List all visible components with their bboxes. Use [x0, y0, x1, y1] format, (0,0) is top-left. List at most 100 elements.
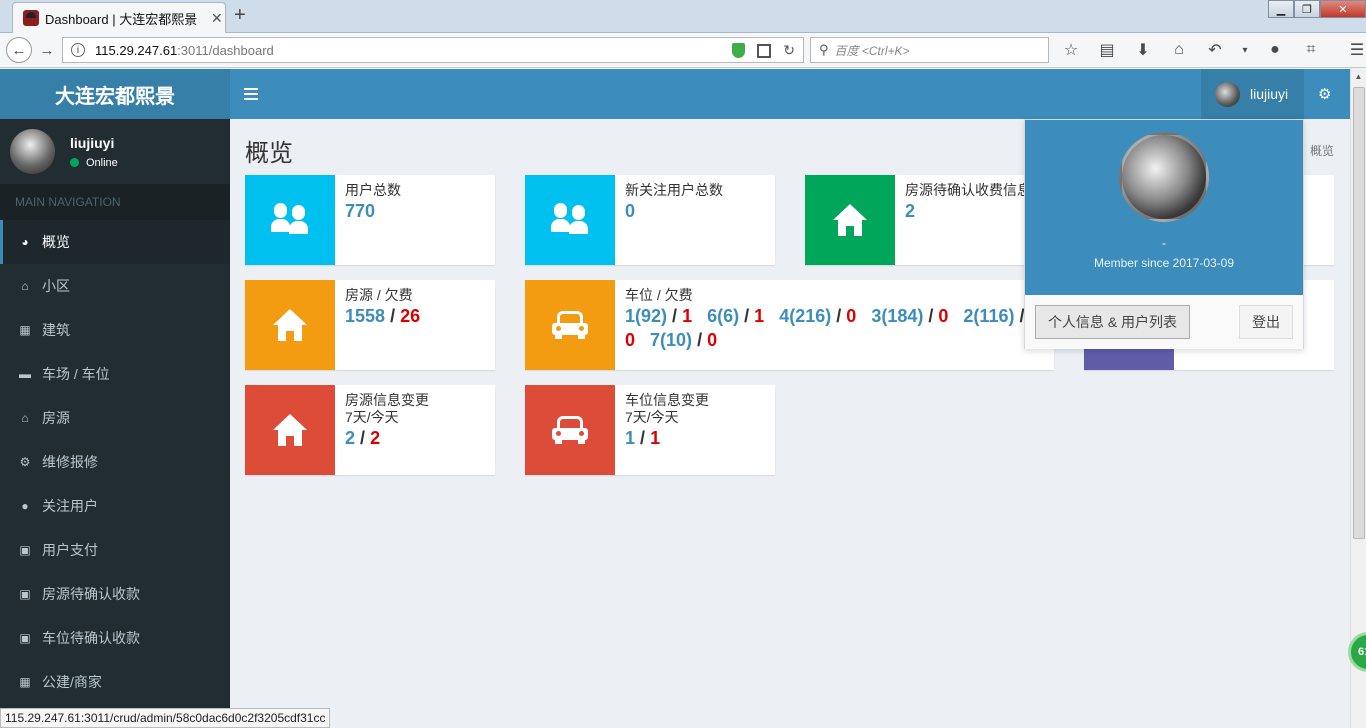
sidebar-item-label: 维修报修 — [42, 454, 98, 470]
sidebar-item-followers[interactable]: ● 关注用户 — [0, 484, 230, 528]
window-controls: ▁ ❐ ✕ — [1268, 0, 1366, 18]
sidebar-item-house-receipts[interactable]: ▣ 房源待确认收款 — [0, 572, 230, 616]
sidebar-item-dashboard[interactable]: ◕ 概览 — [0, 220, 230, 264]
stat-box-users[interactable]: 用户总数 770 — [245, 175, 495, 265]
sidebar-item-parking-receipts[interactable]: ▣ 车位待确认收款 — [0, 616, 230, 660]
sidebar-item-community[interactable]: ⌂ 小区 — [0, 264, 230, 308]
separator: / — [360, 428, 366, 448]
status-url: 115.29.247.61:3011/crud/admin/58c0dac6d0… — [0, 708, 331, 728]
sidebar-item-building[interactable]: ▦ 建筑 — [0, 308, 230, 352]
home-icon: ⌂ — [21, 411, 29, 425]
url-bar[interactable]: i 115.29.247.61:3011/dashboard ↻ — [62, 37, 804, 63]
separator: / — [836, 306, 842, 326]
search-placeholder: 百度 <Ctrl+K> — [834, 43, 910, 58]
logout-button[interactable]: 登出 — [1239, 305, 1293, 339]
stat-sublabel: 7天/今天 — [625, 409, 679, 425]
crop-icon[interactable]: ⌗ — [1300, 39, 1322, 61]
info-icon[interactable]: i — [71, 43, 85, 57]
gears-icon[interactable]: ⚙ — [1318, 85, 1331, 103]
sidebar-item-label: 关注用户 — [42, 498, 98, 514]
status-text: Online — [86, 156, 118, 169]
user-dropdown-header: - Member since 2017-03-09 — [1025, 120, 1303, 295]
stat-label: 车位 / 欠费 — [625, 287, 693, 303]
close-window-icon[interactable]: ✕ — [1320, 0, 1366, 18]
stat-label: 房源信息变更 — [345, 392, 429, 408]
user-dropdown: - Member since 2017-03-09 个人信息 & 用户列表 登出 — [1024, 119, 1304, 349]
sidebar-item-label: 建筑 — [42, 322, 70, 338]
week-count: 2 — [345, 428, 356, 448]
stat-box-new-followers[interactable]: 新关注用户总数 0 — [525, 175, 775, 265]
separator: / — [744, 306, 750, 326]
parking-total: 6(6) — [707, 306, 740, 326]
sidebar-item-label: 车场 / 车位 — [42, 366, 110, 382]
chat-bubble-icon[interactable]: ● — [1264, 39, 1286, 61]
forward-arrow-icon[interactable]: → — [36, 39, 58, 61]
member-since: Member since 2017-03-09 — [1093, 256, 1235, 270]
dashboard-icon: ◕ — [21, 235, 29, 249]
back-arrow-icon[interactable]: ← — [6, 37, 32, 63]
home-icon — [245, 280, 335, 370]
parking-total: 1(92) — [625, 306, 668, 326]
undo-icon[interactable]: ↶ — [1204, 39, 1226, 61]
parking-arrears: 0 — [625, 330, 636, 350]
stat-value: 770 — [345, 201, 376, 221]
search-input[interactable]: ⚲ 百度 <Ctrl+K> — [810, 37, 1049, 63]
money-icon: ▣ — [19, 587, 31, 601]
bank-icon: ⌂ — [21, 279, 29, 293]
browser-menu-icon[interactable]: ☰ — [1346, 39, 1366, 61]
stat-box-house-changes[interactable]: 房源信息变更 7天/今天 2 / 2 — [245, 385, 495, 475]
sidebar-item-label: 用户支付 — [42, 542, 98, 558]
page-title: 概览 — [245, 140, 293, 167]
profile-users-button[interactable]: 个人信息 & 用户列表 — [1035, 305, 1190, 339]
search-icon: ⚲ — [819, 42, 829, 57]
home-icon — [245, 385, 335, 475]
brand-logo[interactable]: 大连宏都熙景 — [0, 69, 230, 119]
stat-sublabel: 7天/今天 — [345, 409, 399, 425]
parking-total: 7(10) — [650, 330, 693, 350]
reading-list-icon[interactable]: ▤ — [1096, 39, 1118, 61]
reload-icon[interactable]: ↻ — [783, 42, 795, 59]
sidebar-item-housing[interactable]: ⌂ 房源 — [0, 396, 230, 440]
page-scrollbar[interactable]: ▲ — [1350, 69, 1366, 728]
sidebar-item-label: 车位待确认收款 — [42, 630, 140, 646]
site-favicon-icon — [23, 10, 39, 26]
maximize-icon[interactable]: ❐ — [1294, 0, 1320, 18]
sidebar-item-repairs[interactable]: ⚙ 维修报修 — [0, 440, 230, 484]
qr-code-icon[interactable] — [757, 43, 772, 58]
bookmark-star-icon[interactable]: ☆ — [1060, 39, 1082, 61]
user-panel: liujiuyi Online — [0, 119, 230, 184]
close-tab-icon[interactable]: ✕ — [211, 10, 223, 27]
minimize-icon[interactable]: ▁ — [1268, 0, 1294, 18]
download-icon[interactable]: ⬇ — [1132, 39, 1154, 61]
money-icon: ▣ — [19, 631, 31, 645]
browser-tab[interactable]: Dashboard | 大连宏都熙景 ✕ — [12, 2, 226, 33]
avatar — [1119, 132, 1209, 222]
sidebar-item-payments[interactable]: ▣ 用户支付 — [0, 528, 230, 572]
scrollbar-thumb[interactable] — [1353, 87, 1365, 539]
stat-label: 用户总数 — [345, 182, 401, 198]
user-menu-toggle[interactable]: liujiuyi — [1201, 69, 1304, 119]
new-tab-icon[interactable]: + — [234, 4, 246, 27]
stat-label: 车位信息变更 — [625, 392, 709, 408]
users-icon — [525, 175, 615, 265]
scroll-up-icon[interactable]: ▲ — [1351, 69, 1366, 85]
car-icon: ▬ — [19, 367, 31, 381]
stat-label: 新关注用户总数 — [625, 182, 723, 198]
cog-icon: ⚙ — [19, 455, 31, 469]
shield-icon[interactable] — [732, 43, 746, 58]
browser-toolbar: ☆ ▤ ⬇ ⌂ ↶ ▾ ● ⌗ ☰ — [1060, 39, 1366, 61]
stat-box-parking-changes[interactable]: 车位信息变更 7天/今天 1 / 1 — [525, 385, 775, 475]
dropdown-user-name: - — [1162, 236, 1166, 250]
stat-box-house-arrears[interactable]: 房源 / 欠费 1558 / 26 — [245, 280, 495, 370]
header-username: liujiuyi — [1250, 86, 1289, 102]
sidebar-item-parking[interactable]: ▬ 车场 / 车位 — [0, 352, 230, 396]
separator: / — [390, 306, 396, 326]
chevron-down-icon[interactable]: ▾ — [1240, 39, 1250, 61]
breadcrumb[interactable]: 概览 — [1310, 142, 1334, 159]
stat-box-parking-arrears[interactable]: 车位 / 欠费 1(92) / 1 6(6) / 1 4(216) / 0 3(… — [525, 280, 1054, 370]
home-icon[interactable]: ⌂ — [1168, 39, 1190, 61]
online-dot-icon — [70, 158, 79, 167]
separator: / — [928, 306, 934, 326]
sidebar-item-merchants[interactable]: ▦ 公建/商家 — [0, 660, 230, 704]
sidebar-toggle-icon[interactable] — [244, 84, 258, 104]
